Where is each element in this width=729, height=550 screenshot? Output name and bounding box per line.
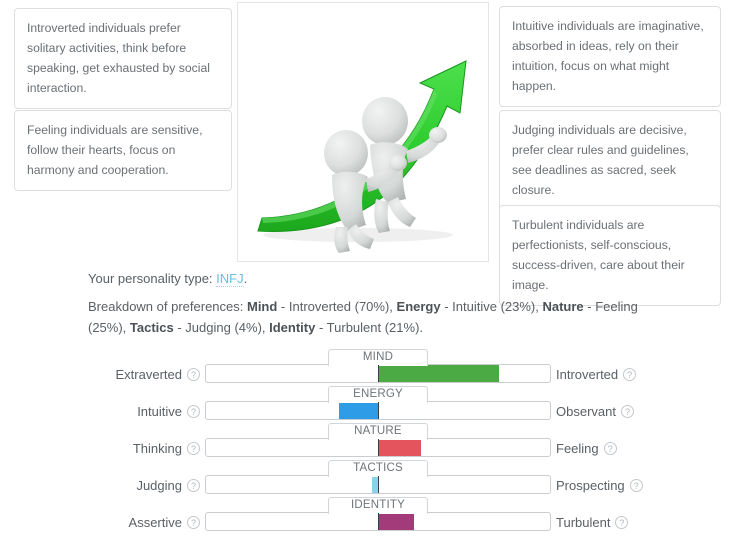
trait-bar-midpoint bbox=[377, 513, 379, 530]
breakdown-label-tactics: Tactics bbox=[129, 320, 174, 335]
trait-name-label: TACTICS bbox=[328, 460, 428, 477]
breakdown-label-nature: Nature bbox=[542, 299, 584, 314]
trait-row: Assertive? IDENTITY Turbulent? bbox=[0, 497, 729, 541]
trait-right-label-text: Feeling bbox=[556, 441, 599, 456]
breakdown-label-identity: Identity bbox=[269, 320, 316, 335]
trait-left-label-text: Intuitive bbox=[137, 404, 182, 419]
trait-bar-midpoint bbox=[377, 402, 379, 419]
trait-left-label-intuitive: Intuitive? bbox=[137, 404, 200, 419]
trait-right-label-text: Prospecting bbox=[556, 478, 625, 493]
judging-description-card: Judging individuals are decisive, prefer… bbox=[499, 110, 721, 211]
trait-bar-track bbox=[205, 438, 551, 457]
trait-bar-fill bbox=[378, 513, 414, 530]
trait-right-label-text: Observant bbox=[556, 404, 616, 419]
trait-bar-track bbox=[205, 512, 551, 531]
trait-right-label-text: Turbulent bbox=[556, 515, 611, 530]
trait-left-label-judging: Judging? bbox=[136, 478, 200, 493]
trait-left-label-thinking: Thinking? bbox=[133, 441, 200, 456]
trait-bar-midpoint bbox=[377, 365, 379, 382]
help-icon[interactable]: ? bbox=[603, 442, 617, 455]
trait-right-label-introverted: Introverted? bbox=[556, 367, 637, 382]
help-icon[interactable]: ? bbox=[620, 405, 634, 418]
trait-right-label-prospecting: Prospecting? bbox=[556, 478, 643, 493]
judging-description-text: Judging individuals are decisive, prefer… bbox=[512, 123, 689, 197]
personality-type-prefix: Your personality type: bbox=[88, 271, 217, 286]
personality-summary: Your personality type: INFJ. Breakdown o… bbox=[88, 268, 668, 338]
trait-name-label: MIND bbox=[328, 349, 428, 366]
introverted-description-text: Introverted individuals prefer solitary … bbox=[27, 21, 210, 95]
introverted-description-card: Introverted individuals prefer solitary … bbox=[14, 8, 232, 109]
intuitive-description-text: Intuitive individuals are imaginative, a… bbox=[512, 19, 704, 93]
help-icon[interactable]: ? bbox=[187, 442, 200, 455]
breakdown-value-energy: - Intuitive (23%), bbox=[440, 299, 543, 314]
trait-right-label-text: Introverted bbox=[556, 367, 619, 382]
trait-left-label-text: Judging bbox=[136, 478, 182, 493]
intuitive-description-card: Intuitive individuals are imaginative, a… bbox=[499, 6, 721, 107]
help-icon[interactable]: ? bbox=[187, 405, 200, 418]
preferences-breakdown-line: Breakdown of preferences: Mind - Introve… bbox=[88, 296, 668, 338]
trait-bar-tactics[interactable]: TACTICS bbox=[205, 460, 551, 496]
trait-bar-fill bbox=[378, 365, 499, 382]
trait-bar-midpoint bbox=[377, 476, 379, 493]
breakdown-value-identity: - Turbulent (21%). bbox=[315, 320, 424, 335]
breakdown-value-mind: - Introverted (70%), bbox=[277, 299, 397, 314]
trait-right-label-feeling: Feeling? bbox=[556, 441, 617, 456]
trait-bar-fill bbox=[339, 402, 379, 419]
trait-bar-track bbox=[205, 401, 551, 420]
descriptions-and-hero-area: Introverted individuals prefer solitary … bbox=[0, 0, 729, 306]
trait-bars-chart: Extraverted? MIND Introverted? Intuitive? EN… bbox=[0, 349, 729, 541]
trait-right-label-observant: Observant? bbox=[556, 404, 634, 419]
personality-type-line: Your personality type: INFJ. bbox=[88, 268, 668, 289]
feeling-description-text: Feeling individuals are sensitive, follo… bbox=[27, 123, 203, 177]
trait-left-label-assertive: Assertive? bbox=[129, 515, 200, 530]
personality-type-link[interactable]: INFJ bbox=[216, 271, 244, 287]
help-icon[interactable]: ? bbox=[187, 516, 200, 529]
personality-type-suffix: . bbox=[243, 271, 248, 286]
breakdown-value-tactics: - Judging (4%), bbox=[173, 320, 270, 335]
trait-left-label-text: Thinking bbox=[132, 441, 182, 456]
trait-bar-nature[interactable]: NATURE bbox=[205, 423, 551, 459]
feeling-description-card: Feeling individuals are sensitive, follo… bbox=[14, 110, 232, 191]
hero-image bbox=[237, 2, 489, 262]
trait-bar-midpoint bbox=[377, 439, 379, 456]
trait-name-label: NATURE bbox=[328, 423, 428, 440]
trait-bar-identity[interactable]: IDENTITY bbox=[205, 497, 551, 533]
trait-left-label-extraverted: Extraverted? bbox=[116, 367, 200, 382]
help-icon[interactable]: ? bbox=[187, 479, 200, 492]
help-icon[interactable]: ? bbox=[187, 368, 200, 381]
trait-bar-track bbox=[205, 364, 551, 383]
breakdown-label-energy: Energy bbox=[396, 299, 441, 314]
climbing-figures-arrow-illustration bbox=[238, 3, 486, 259]
help-icon[interactable]: ? bbox=[615, 516, 629, 529]
trait-bar-energy[interactable]: ENERGY bbox=[205, 386, 551, 422]
breakdown-label-mind: Mind bbox=[246, 299, 278, 314]
breakdown-prefix: Breakdown of preferences: bbox=[88, 299, 247, 314]
trait-bar-fill bbox=[378, 439, 421, 456]
trait-bar-mind[interactable]: MIND bbox=[205, 349, 551, 385]
help-icon[interactable]: ? bbox=[623, 368, 637, 381]
trait-left-label-text: Extraverted bbox=[115, 367, 182, 382]
trait-right-label-turbulent: Turbulent? bbox=[556, 515, 629, 530]
trait-left-label-text: Assertive bbox=[128, 515, 182, 530]
trait-name-label: ENERGY bbox=[328, 386, 428, 403]
help-icon[interactable]: ? bbox=[629, 479, 643, 492]
trait-name-label: IDENTITY bbox=[328, 497, 428, 514]
trait-bar-track bbox=[205, 475, 551, 494]
